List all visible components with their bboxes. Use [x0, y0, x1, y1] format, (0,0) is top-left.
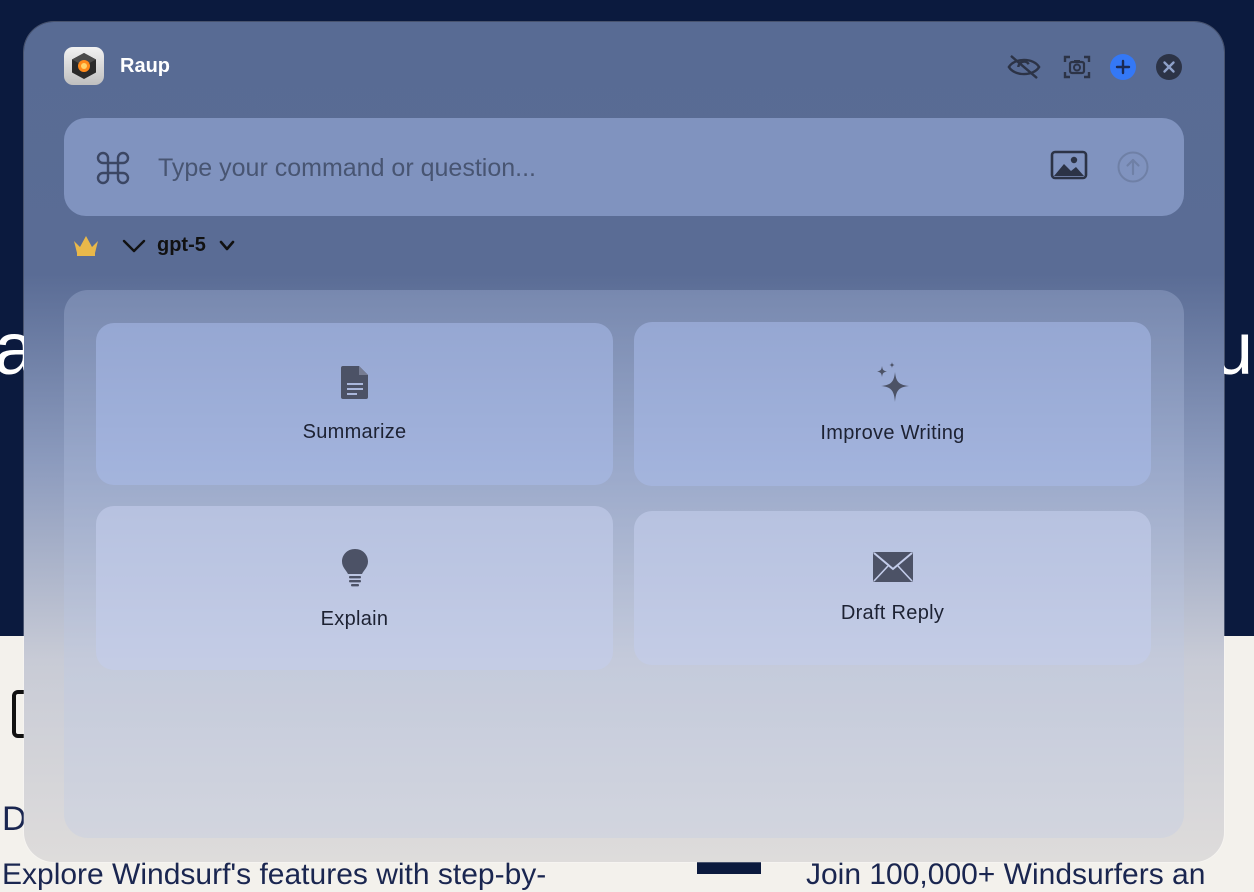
chevron-down-icon[interactable] — [120, 234, 148, 258]
lightbulb-icon — [341, 549, 368, 587]
sparkles-icon — [876, 362, 909, 402]
improve-writing-card[interactable]: Improve Writing — [634, 322, 1151, 486]
plus-icon — [1110, 54, 1136, 80]
close-icon — [1156, 54, 1182, 80]
close-button[interactable] — [1152, 52, 1186, 82]
explain-card[interactable]: Explain — [96, 506, 613, 670]
app-logo-icon — [72, 53, 96, 79]
arrow-up-circle-icon — [1117, 151, 1149, 183]
command-key-icon — [96, 151, 130, 185]
draft-reply-label: Draft Reply — [840, 602, 945, 624]
send-button[interactable] — [1116, 150, 1150, 184]
explain-label: Explain — [320, 608, 389, 630]
attach-image-button[interactable] — [1050, 150, 1090, 184]
improve-writing-label: Improve Writing — [820, 422, 965, 444]
new-chat-button[interactable] — [1106, 52, 1140, 82]
background-heading: D — [2, 800, 27, 838]
raup-panel: Raup Type your command or question... gp… — [24, 22, 1224, 862]
app-title: Raup — [120, 55, 170, 77]
background-dark-block — [697, 862, 761, 874]
image-icon — [1050, 150, 1088, 180]
draft-reply-card[interactable]: Draft Reply — [634, 511, 1151, 665]
hide-button[interactable] — [1007, 52, 1041, 82]
command-bar — [64, 118, 1184, 216]
model-chevron-down-icon[interactable] — [218, 238, 236, 254]
crown-icon — [74, 236, 98, 256]
background-text-left: Explore Windsurf's features with step-by… — [2, 858, 547, 891]
screenshot-button[interactable] — [1060, 52, 1094, 82]
model-selector[interactable]: gpt-5 — [157, 234, 206, 257]
summarize-label: Summarize — [302, 421, 407, 443]
app-icon — [64, 47, 104, 85]
camera-icon — [1063, 55, 1091, 79]
eye-slash-icon — [1007, 55, 1041, 79]
summarize-card[interactable]: Summarize — [96, 323, 613, 485]
background-text-right: Join 100,000+ Windsurfers an — [806, 858, 1206, 891]
document-icon — [340, 366, 368, 399]
envelope-icon — [872, 552, 913, 582]
actions-grid: Summarize Improve Writing Explain Draft … — [64, 290, 1184, 838]
command-input[interactable] — [156, 148, 1020, 188]
